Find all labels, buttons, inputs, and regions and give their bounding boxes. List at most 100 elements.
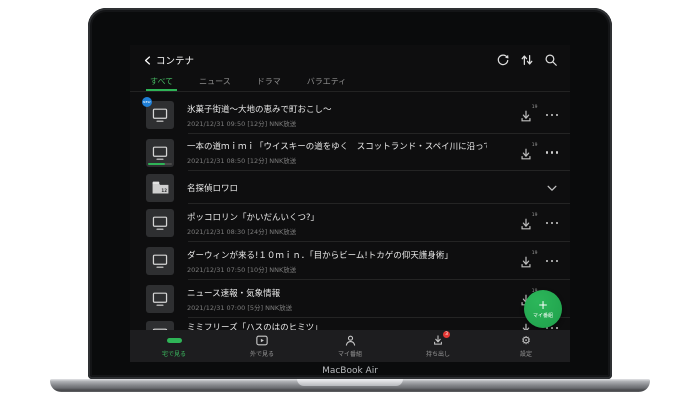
list-item[interactable]: ポッコロリン「かいだんいくつ?」 2021/12/31 08:30 [24分] …	[130, 204, 570, 242]
download-button[interactable]: 19	[519, 146, 533, 160]
monitor-icon	[151, 215, 169, 231]
search-icon[interactable]	[544, 53, 558, 67]
program-text: ダーウィンが来る!１０ｍｉｎ．「目からビーム!トカゲの仰天護身術」 2021/1…	[187, 249, 453, 274]
folder-item[interactable]: 12 名探偵ロワロ	[130, 171, 570, 204]
takeout-badge: 3	[443, 331, 450, 338]
folder-thumbnail: 12	[146, 174, 174, 202]
download-button[interactable]: 19	[519, 108, 533, 122]
program-title: ポッコロリン「かいだんいくつ?」	[187, 211, 319, 223]
row-actions: 19	[519, 216, 559, 230]
category-tabs: すべて ニュース ドラマ バラエティ	[130, 75, 570, 92]
person-icon	[345, 335, 356, 346]
my-programs-fab[interactable]: + マイ番組	[524, 290, 562, 328]
more-button[interactable]	[546, 254, 559, 268]
expiry-count: 19	[532, 251, 538, 256]
new-badge: NEW	[142, 97, 152, 107]
list-item[interactable]: NEW 氷菓子街道〜大地の恵みで町おこし〜 2021/12/31 09:50 […	[130, 96, 570, 134]
tab-news[interactable]: ニュース	[199, 76, 231, 91]
expiry-count: 19	[532, 105, 538, 110]
watch-progress-bar	[148, 163, 172, 165]
program-thumbnail	[146, 209, 174, 237]
more-button[interactable]	[546, 146, 559, 160]
program-thumbnail	[146, 247, 174, 275]
program-title: ミミフリーズ「ハスのはのヒミツ」	[187, 321, 323, 330]
nav-label: 宅で見る	[162, 349, 186, 358]
program-title: 一本の道ｍｉｍｉ「ウイスキーの道をゆく スコットランド・スペイ川に沿って」	[187, 140, 487, 152]
bottom-nav: 宅で見る 外で見る	[130, 330, 570, 362]
sort-icon[interactable]	[520, 53, 534, 67]
row-actions: 19	[519, 254, 559, 268]
more-button[interactable]	[546, 216, 559, 230]
plus-icon: +	[538, 300, 548, 310]
laptop-base	[50, 379, 650, 392]
list-item[interactable]: ミミフリーズ「ハスのはのヒミツ」 19	[130, 318, 570, 330]
list-item[interactable]: ニュース速報・気象情報 2021/12/31 07:00 [5分] NNK放送 …	[130, 280, 570, 318]
nav-label: 外で見る	[250, 349, 274, 358]
program-text: 一本の道ｍｉｍｉ「ウイスキーの道をゆく スコットランド・スペイ川に沿って」 20…	[187, 140, 487, 165]
program-list: NEW 氷菓子街道〜大地の恵みで町おこし〜 2021/12/31 09:50 […	[130, 92, 570, 330]
laptop-lid: コンテナ	[88, 8, 612, 379]
tab-all[interactable]: すべて	[150, 76, 173, 91]
row-actions: 19	[519, 108, 559, 122]
download-icon	[519, 255, 533, 269]
chevron-down-icon[interactable]	[546, 182, 558, 194]
program-thumbnail: NEW	[146, 101, 174, 129]
program-meta: 2021/12/31 09:50 [12分] NNK放送	[187, 118, 332, 128]
download-icon: 3	[432, 335, 444, 346]
program-thumbnail	[146, 139, 174, 167]
device-label: MacBook Air	[88, 366, 612, 376]
list-item[interactable]: 一本の道ｍｉｍｉ「ウイスキーの道をゆく スコットランド・スペイ川に沿って」 20…	[130, 134, 570, 171]
page: コンテナ	[0, 0, 700, 418]
download-icon	[519, 217, 533, 231]
program-title: 氷菓子街道〜大地の恵みで町おこし〜	[187, 103, 332, 115]
monitor-icon	[151, 107, 169, 123]
nav-item-watch-outside[interactable]: 外で見る	[218, 330, 306, 362]
more-button[interactable]	[546, 108, 559, 122]
program-text: ポッコロリン「かいだんいくつ?」 2021/12/31 08:30 [24分] …	[187, 211, 319, 236]
program-title: ニュース速報・気象情報	[187, 287, 292, 299]
nav-label: 設定	[520, 349, 532, 358]
monitor-icon	[151, 145, 169, 161]
nav-item-my-programs[interactable]: マイ番組	[306, 330, 394, 362]
program-meta: 2021/12/31 07:00 [5分] NNK放送	[187, 302, 292, 312]
tab-variety[interactable]: バラエティ	[307, 76, 347, 91]
program-meta: 2021/12/31 08:50 [12分] NNK放送	[187, 155, 487, 165]
list-item[interactable]: ダーウィンが来る!１０ｍｉｎ．「目からビーム!トカゲの仰天護身術」 2021/1…	[130, 242, 570, 280]
header-actions	[496, 53, 558, 67]
program-meta: 2021/12/31 08:30 [24分] NNK放送	[187, 226, 319, 236]
app-header: コンテナ	[130, 45, 570, 75]
tv-play-icon	[256, 335, 268, 346]
recorder-pill-icon	[167, 335, 182, 346]
back-button[interactable]: コンテナ	[144, 53, 194, 67]
program-meta: 2021/12/31 07:50 [10分] NNK放送	[187, 264, 453, 274]
download-icon	[519, 147, 533, 161]
download-button[interactable]: 19	[519, 216, 533, 230]
program-thumbnail	[146, 285, 174, 313]
expiry-count: 19	[532, 143, 538, 148]
tab-drama[interactable]: ドラマ	[257, 76, 281, 91]
program-thumbnail	[146, 321, 174, 330]
nav-item-watch-home[interactable]: 宅で見る	[130, 330, 218, 362]
program-text: ミミフリーズ「ハスのはのヒミツ」	[187, 321, 323, 330]
monitor-icon	[151, 291, 169, 307]
back-label: コンテナ	[156, 53, 194, 67]
program-text: 氷菓子街道〜大地の恵みで町おこし〜 2021/12/31 09:50 [12分]…	[187, 103, 332, 128]
program-title: ダーウィンが来る!１０ｍｉｎ．「目からビーム!トカゲの仰天護身術」	[187, 249, 453, 261]
nav-item-settings[interactable]: ⚙ 設定	[482, 330, 570, 362]
app-screen: コンテナ	[130, 45, 570, 362]
download-button[interactable]: 19	[519, 254, 533, 268]
nav-item-takeout[interactable]: 3 持ち出し	[394, 330, 482, 362]
folder-title: 名探偵ロワロ	[187, 182, 238, 194]
fab-label: マイ番組	[533, 312, 553, 319]
program-text: ニュース速報・気象情報 2021/12/31 07:00 [5分] NNK放送	[187, 287, 292, 312]
refresh-icon[interactable]	[496, 53, 510, 67]
folder-text: 名探偵ロワロ	[187, 182, 238, 194]
expiry-count: 19	[532, 213, 538, 218]
nav-label: マイ番組	[338, 349, 362, 358]
row-actions: 19	[519, 146, 559, 160]
folder-count: 12	[161, 188, 167, 193]
nav-label: 持ち出し	[426, 349, 450, 358]
download-icon	[519, 109, 533, 123]
monitor-icon	[151, 253, 169, 269]
gear-icon: ⚙	[521, 335, 531, 346]
